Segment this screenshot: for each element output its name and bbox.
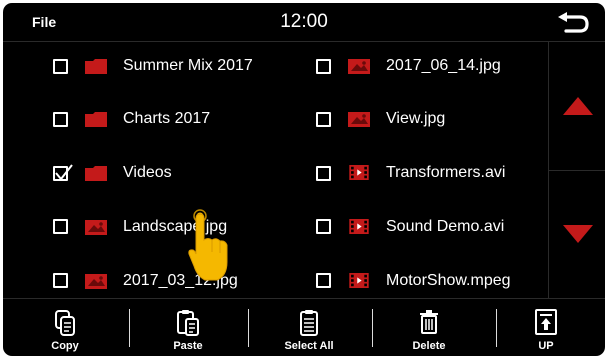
item-label: Videos xyxy=(123,164,172,181)
scroll-down-button[interactable] xyxy=(563,225,593,243)
divider xyxy=(248,309,249,347)
item-label: Summer Mix 2017 xyxy=(123,57,253,74)
back-arrow-icon xyxy=(558,12,589,33)
copy-label: Copy xyxy=(51,340,79,352)
checkbox[interactable] xyxy=(316,166,331,181)
checkbox[interactable] xyxy=(53,59,68,74)
header-bar: File 12:00 xyxy=(3,3,605,42)
list-item[interactable]: 2017_06_14.jpg xyxy=(275,42,548,94)
item-label: MotorShow.mpeg xyxy=(386,272,511,289)
video-file-icon xyxy=(349,273,369,288)
paste-icon xyxy=(177,310,199,336)
list-item[interactable]: View.jpg xyxy=(275,95,548,147)
file-grid: Summer Mix 2017 Charts 2017 Videos Lands… xyxy=(3,42,548,298)
image-file-icon xyxy=(348,59,370,74)
checkbox[interactable] xyxy=(316,112,331,127)
back-button[interactable] xyxy=(555,12,591,34)
paste-label: Paste xyxy=(173,340,203,352)
bottom-toolbar: Copy Paste Select All Delete UP xyxy=(3,298,605,356)
scroll-up-button[interactable] xyxy=(563,97,593,115)
folder-icon xyxy=(85,112,107,127)
copy-button[interactable]: Copy xyxy=(25,299,105,356)
select-all-button[interactable]: Select All xyxy=(265,299,353,356)
media-file-browser: File 12:00 Summer Mix 2017 Charts 2017 V xyxy=(3,3,605,356)
copy-icon xyxy=(55,310,75,336)
item-label: 2017_06_14.jpg xyxy=(386,57,501,74)
divider xyxy=(496,309,497,347)
clipboard-list-icon xyxy=(300,310,318,336)
video-file-icon xyxy=(349,219,369,234)
item-label: Transformers.avi xyxy=(386,164,506,181)
checkbox[interactable] xyxy=(316,59,331,74)
item-label: Charts 2017 xyxy=(123,110,211,127)
checkbox[interactable] xyxy=(53,112,68,127)
triangle-down-icon xyxy=(563,225,593,243)
list-item[interactable]: Landscape.jpg xyxy=(3,201,275,253)
folder-icon xyxy=(85,166,107,181)
checkbox[interactable] xyxy=(53,273,68,288)
folder-icon xyxy=(85,59,107,74)
list-item[interactable]: Transformers.avi xyxy=(275,148,548,200)
list-item[interactable]: Summer Mix 2017 xyxy=(3,42,275,94)
trash-icon xyxy=(420,310,438,334)
pointing-hand-icon xyxy=(188,209,228,281)
checkbox-checked[interactable] xyxy=(53,164,73,181)
item-label: View.jpg xyxy=(386,110,446,127)
up-button[interactable]: UP xyxy=(511,299,581,356)
upload-arrow-icon xyxy=(535,309,557,335)
item-label: Sound Demo.avi xyxy=(386,218,505,235)
select-all-label: Select All xyxy=(284,340,334,352)
checkbox[interactable] xyxy=(53,219,68,234)
scroll-panel xyxy=(548,42,605,298)
checkbox[interactable] xyxy=(316,219,331,234)
delete-button[interactable]: Delete xyxy=(389,299,469,356)
divider xyxy=(549,170,605,171)
list-item[interactable]: Videos xyxy=(3,148,275,200)
triangle-up-icon xyxy=(563,97,593,115)
delete-label: Delete xyxy=(412,340,446,352)
divider xyxy=(129,309,130,347)
list-item[interactable]: Charts 2017 xyxy=(3,95,275,147)
image-file-icon xyxy=(85,274,107,289)
video-file-icon xyxy=(349,165,369,180)
list-item[interactable]: Sound Demo.avi xyxy=(275,201,548,253)
paste-button[interactable]: Paste xyxy=(148,299,228,356)
checkbox[interactable] xyxy=(316,273,331,288)
checkmark-icon xyxy=(55,164,73,181)
divider xyxy=(372,309,373,347)
image-file-icon xyxy=(348,112,370,127)
image-file-icon xyxy=(85,220,107,235)
clock: 12:00 xyxy=(280,11,328,32)
up-label: UP xyxy=(538,340,554,352)
